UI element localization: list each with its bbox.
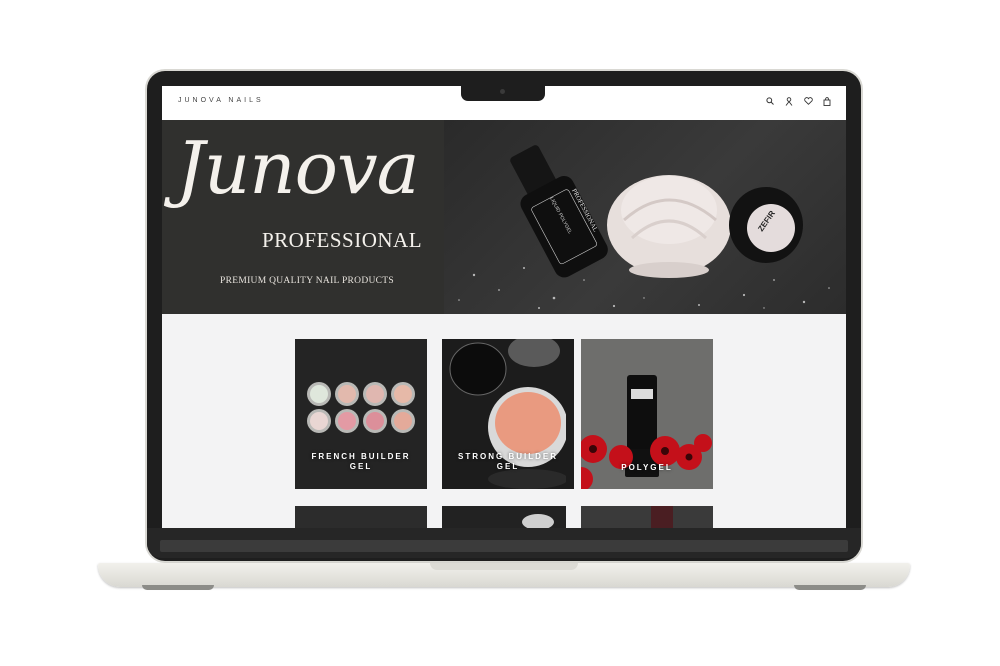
product-tile-label: STRONG BUILDER GEL — [442, 452, 574, 472]
product-tile-label: FRENCH BUILDER GEL — [295, 452, 427, 472]
product-tile-french-builder-gel[interactable]: FRENCH BUILDER GEL — [295, 339, 427, 489]
label-line1: FRENCH BUILDER — [311, 452, 411, 461]
label-line2: GEL — [496, 462, 520, 471]
product-tile-polygel[interactable]: POLYGEL — [581, 339, 713, 489]
hero-professional-word: PROFESSIONAL — [262, 228, 423, 252]
search-icon[interactable] — [765, 95, 775, 107]
laptop-hinge — [160, 540, 848, 552]
wishlist-icon[interactable] — [803, 95, 813, 107]
product-tile-strong-builder-gel[interactable]: STRONG BUILDER GEL — [442, 339, 574, 489]
brand-logo[interactable]: JUNOVA NAILS — [178, 97, 264, 104]
row2-3-photo — [651, 506, 673, 528]
hero-banner: Junova PROFESSIONAL PREMIUM QUALITY NAIL… — [162, 120, 846, 314]
cart-icon[interactable] — [822, 95, 832, 107]
hero-script-logo: Junova — [176, 126, 420, 210]
camera-lens — [500, 89, 505, 94]
hero-tagline: PREMIUM QUALITY NAIL PRODUCTS — [220, 276, 394, 286]
label-line1: STRONG BUILDER — [458, 452, 558, 461]
laptop-screen: JUNOVA NAILS Junova PROFESSIONAL PREMIUM… — [162, 86, 846, 528]
product-tile-row2-3[interactable] — [581, 506, 713, 528]
laptop-foot-right — [794, 585, 866, 590]
product-tile-label: POLYGEL — [621, 463, 673, 472]
laptop-trackpad-notch — [430, 563, 578, 570]
hero-logo-panel: Junova PROFESSIONAL PREMIUM QUALITY NAIL… — [162, 120, 444, 314]
hero-product-photo: PROFESSIONAL LIQUID POLYGEL ZEFIR — [444, 120, 846, 314]
laptop-foot-left — [142, 585, 214, 590]
header-icons — [765, 95, 832, 107]
product-tile-row2-2[interactable] — [442, 506, 566, 528]
label-line2: GEL — [349, 462, 373, 471]
account-icon[interactable] — [784, 95, 794, 107]
product-tile-row2-1[interactable] — [295, 506, 427, 528]
hero-photo-illustration: PROFESSIONAL LIQUID POLYGEL ZEFIR — [458, 145, 830, 309]
row2-2-photo — [522, 514, 554, 528]
